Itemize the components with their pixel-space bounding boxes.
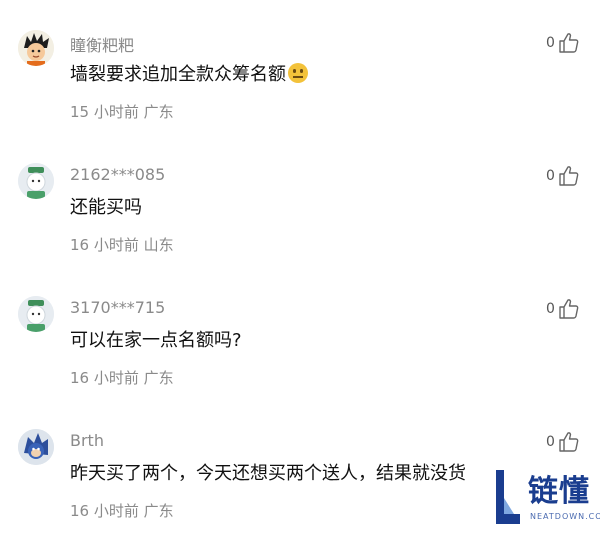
like-button[interactable]: 0 [546,30,581,56]
thumbs-up-icon [559,33,579,53]
comment-meta: 16 小时前 广东 [70,502,174,520]
like-count: 0 [546,301,555,317]
username[interactable]: 3170***715 [70,298,165,317]
like-count: 0 [546,35,555,51]
comment-meta: 16 小时前 广东 [70,369,174,387]
thumbs-up-icon [559,432,579,452]
neutral-face-emoji-icon [288,63,308,83]
comment-item: 2162***085 还能买吗 16 小时前 山东 0 [0,161,600,293]
avatar[interactable] [18,30,54,66]
comment-text: 墙裂要求追加全款众筹名额 [70,60,490,86]
like-button[interactable]: 0 [546,163,581,189]
comment-meta: 16 小时前 山东 [70,236,174,254]
like-button[interactable]: 0 [546,296,581,322]
comment-item: 3170***715 可以在家一点名额吗? 16 小时前 广东 0 [0,294,600,426]
blue-character-avatar-icon [18,429,54,465]
comment-text: 昨天买了两个，今天还想买两个送人，结果就没货 [70,463,466,484]
username[interactable]: Brth [70,431,104,450]
watermark-logo: 链懂 NEATDOWN.COM [488,462,600,532]
avatar[interactable] [18,296,54,332]
comment-text: 可以在家一点名额吗? [70,330,242,351]
default-robot-avatar-icon [18,163,54,199]
avatar[interactable] [18,429,54,465]
comment-text: 还能买吗 [70,197,142,218]
watermark-text: 链懂 [528,474,590,509]
like-button[interactable]: 0 [546,429,581,455]
like-count: 0 [546,434,555,450]
thumbs-up-icon [559,166,579,186]
cartoon-boy-avatar-icon [18,30,54,66]
comment-item: 瞳衡粑粑 墙裂要求追加全款众筹名额 15 小时前 广东 0 [0,28,600,160]
like-count: 0 [546,168,555,184]
comment-meta: 15 小时前 广东 [70,103,174,121]
watermark-subtext: NEATDOWN.COM [530,512,600,521]
avatar[interactable] [18,163,54,199]
username[interactable]: 2162***085 [70,165,165,184]
default-robot-avatar-icon [18,296,54,332]
username[interactable]: 瞳衡粑粑 [70,32,134,56]
thumbs-up-icon [559,299,579,319]
letter-l-logo-icon [496,470,520,524]
comment-text-body: 墙裂要求追加全款众筹名额 [70,64,286,85]
